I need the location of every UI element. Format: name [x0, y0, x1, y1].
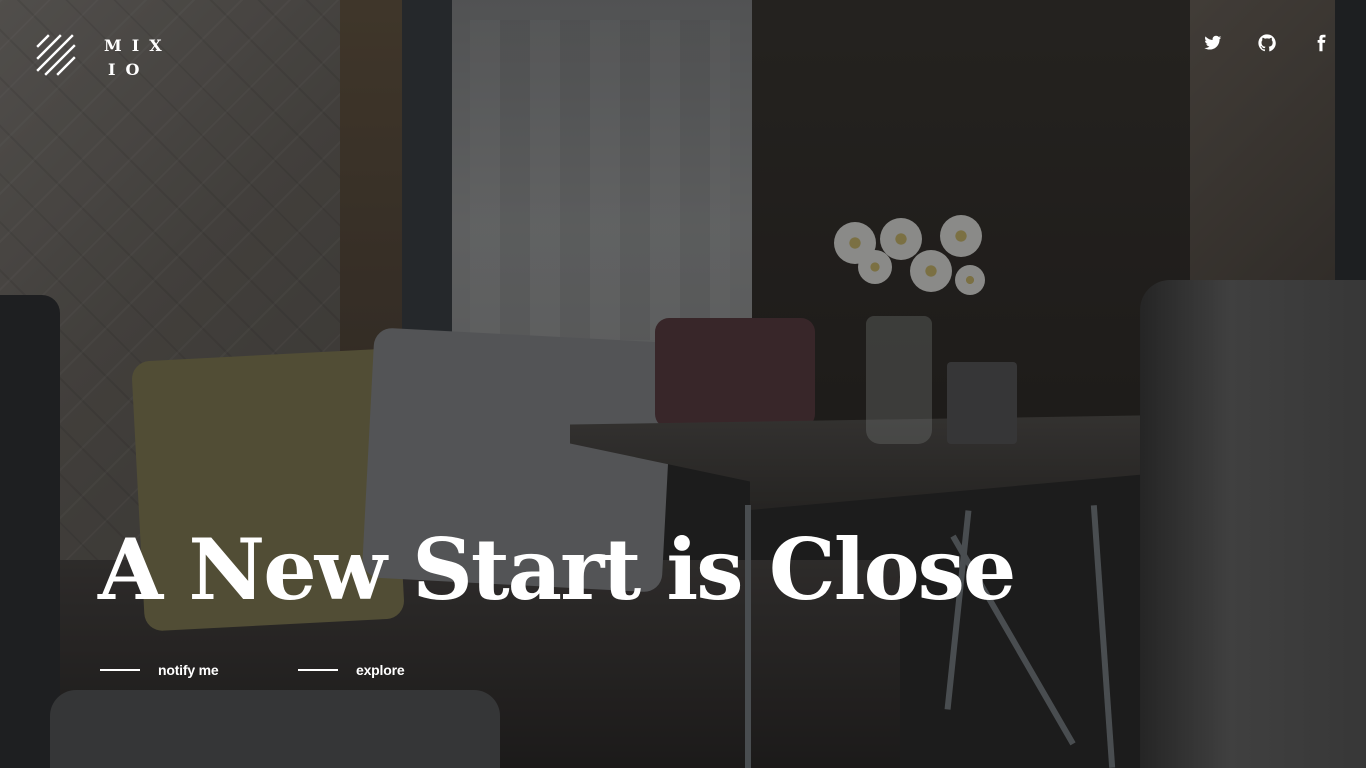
dark-overlay [0, 0, 1366, 768]
dash-divider [298, 669, 338, 671]
landing-page: MIX IO A New Start is Close notify me ex… [0, 0, 1366, 768]
twitter-link[interactable] [1204, 34, 1222, 52]
social-links [1204, 34, 1330, 52]
brand-name-line1: MIX [104, 36, 172, 55]
brand-name: MIX IO [104, 34, 172, 82]
hero-title: A New Start is Close [98, 520, 1016, 619]
explore-link[interactable]: explore [298, 662, 496, 678]
dash-divider [100, 669, 140, 671]
notify-me-label: notify me [158, 662, 219, 678]
background-photo [0, 0, 1366, 768]
facebook-link[interactable] [1312, 34, 1330, 52]
brand-name-line2: IO [108, 60, 150, 79]
hero-actions: notify me explore [100, 662, 496, 678]
twitter-icon [1204, 35, 1222, 50]
explore-label: explore [356, 662, 405, 678]
github-link[interactable] [1258, 34, 1276, 52]
brand-logo[interactable]: MIX IO [36, 34, 172, 82]
diagonal-stripes-logo-icon [36, 34, 76, 76]
notify-me-link[interactable]: notify me [100, 662, 298, 678]
github-icon [1258, 34, 1276, 52]
facebook-icon [1317, 34, 1326, 52]
